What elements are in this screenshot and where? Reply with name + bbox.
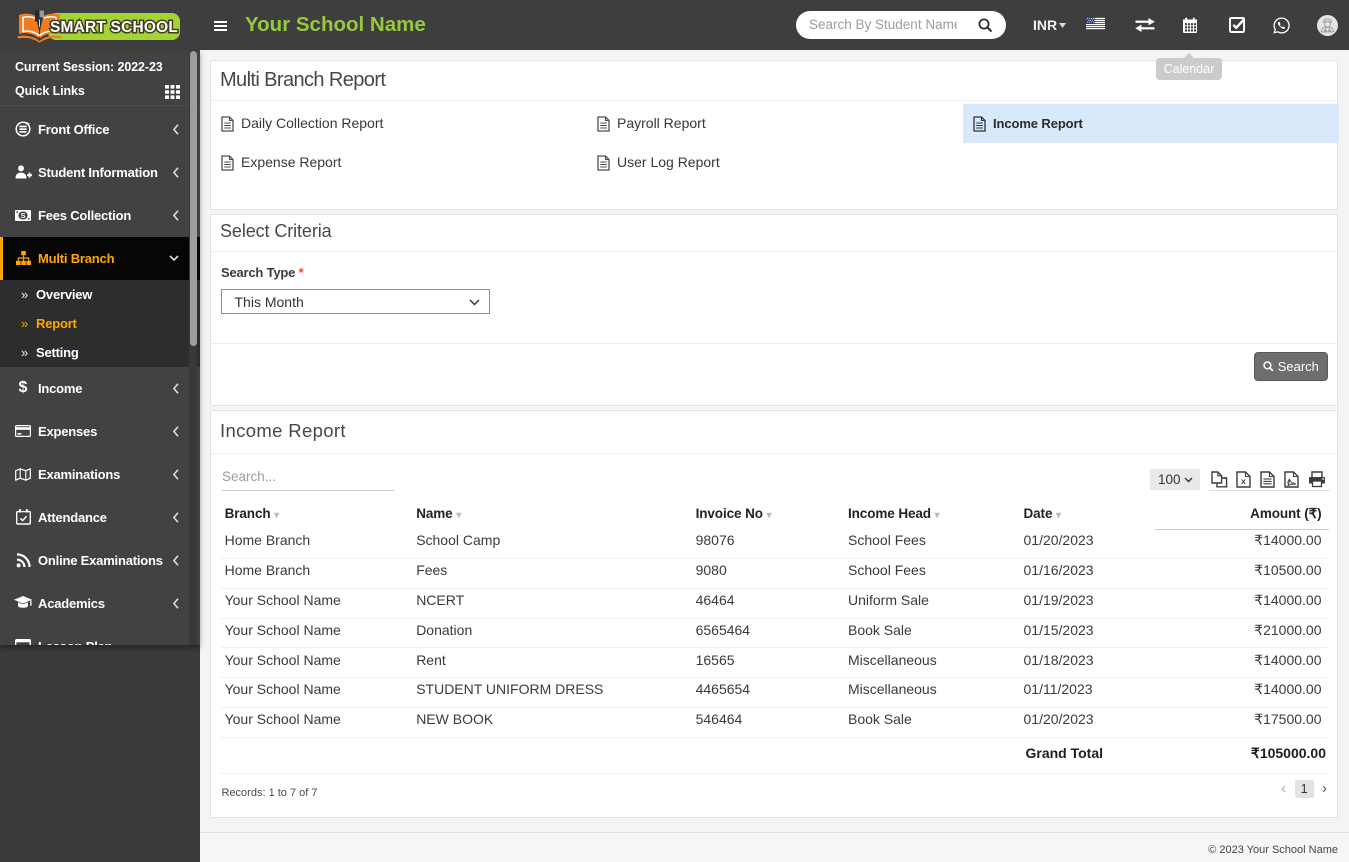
svg-text:x: x xyxy=(1241,476,1246,486)
svg-text:S: S xyxy=(20,211,25,220)
svg-text:SMART SCHOOL: SMART SCHOOL xyxy=(50,19,178,36)
